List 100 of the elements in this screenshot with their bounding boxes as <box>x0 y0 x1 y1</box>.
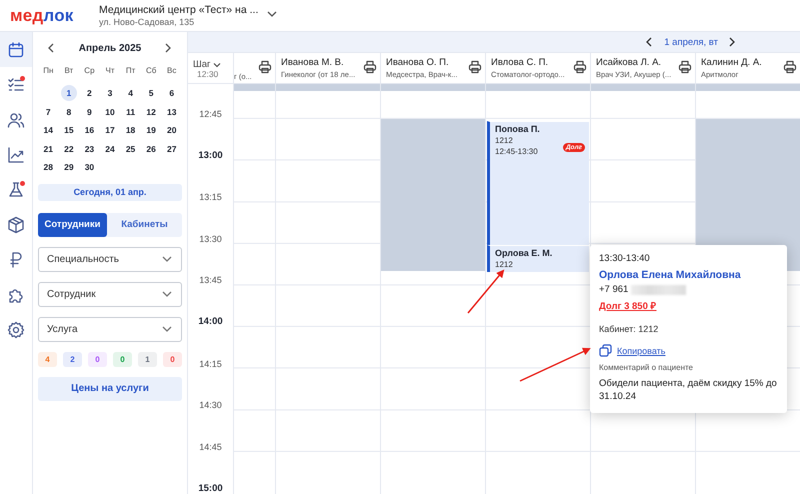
counter-badge: 2 <box>63 352 82 366</box>
patient-name-link[interactable]: Орлова Елена Михайловна <box>599 269 778 281</box>
time-label: 14:30 <box>199 400 222 410</box>
time-label: 13:00 <box>198 150 223 162</box>
calendar-day[interactable]: 23 <box>81 140 98 156</box>
comment-label: Комментарий о пациенте <box>599 363 694 372</box>
weekday-label: Чт <box>104 65 116 77</box>
settings-icon <box>7 320 25 338</box>
calendar-day[interactable]: 28 <box>40 159 56 175</box>
calendar-day[interactable]: 14 <box>40 122 56 138</box>
tab[interactable]: Кабинеты <box>107 212 182 236</box>
doctor-name: Иванова О. П. <box>386 57 450 68</box>
weekday-label: Пн <box>42 65 54 77</box>
appointment-time: 13:30-13:40 <box>599 253 651 264</box>
calendar-day[interactable]: 20 <box>164 122 180 138</box>
counter-badge: 4 <box>38 352 57 366</box>
calendar-day[interactable]: 24 <box>102 140 118 156</box>
counter-badge: 0 <box>113 352 132 366</box>
calendar-day[interactable]: 29 <box>60 159 77 175</box>
time-label: 14:00 <box>198 316 223 328</box>
calendar-day[interactable]: 25 <box>122 140 139 156</box>
calendar-day[interactable]: 19 <box>143 122 160 138</box>
copy-link[interactable]: Копировать <box>617 346 666 356</box>
weekday-label: Вт <box>63 65 74 77</box>
chart-icon <box>7 146 25 164</box>
calendar-day[interactable]: 3 <box>102 85 118 101</box>
appointment-card[interactable]: Орлова Е. М. 1212 <box>487 245 589 272</box>
time-label: 12:45 <box>199 108 222 119</box>
room-text: Кабинет: 1212 <box>599 324 660 334</box>
month-title: Апрель 2025 <box>78 42 142 54</box>
printer-icon[interactable] <box>258 60 272 74</box>
calendar-day[interactable]: 22 <box>60 140 77 156</box>
calendar-day[interactable]: 26 <box>143 140 160 156</box>
counter-badge: 1 <box>138 352 157 366</box>
phone-number: +7 961 <box>599 284 628 295</box>
doctor-name: Ивлова С. П. <box>491 57 550 68</box>
nav-item[interactable] <box>0 32 32 67</box>
dropdown[interactable]: Сотрудник <box>38 282 182 306</box>
calendar-day[interactable]: 2 <box>81 85 98 101</box>
calendar-day[interactable]: 30 <box>81 159 98 175</box>
calendar-day[interactable]: 11 <box>122 104 139 120</box>
dropdown[interactable]: Специальность <box>38 246 182 272</box>
logo: медлок <box>10 6 74 26</box>
annotation-arrow <box>520 348 591 382</box>
annotation-arrow <box>467 269 504 314</box>
time-label: 13:30 <box>199 234 222 244</box>
weekday-label: Пт <box>124 65 136 77</box>
weekday-label: Сб <box>144 65 158 77</box>
calendar-day[interactable]: 15 <box>60 122 77 138</box>
time-label: 14:45 <box>199 442 222 452</box>
notification-dot <box>20 76 25 81</box>
calendar-day[interactable]: 13 <box>164 104 180 120</box>
calendar-day[interactable]: 27 <box>164 140 180 156</box>
printer-icon[interactable] <box>783 60 797 74</box>
time-label: 15:00 <box>198 482 223 494</box>
checklist-icon <box>7 76 25 94</box>
copy-icon[interactable] <box>599 344 612 357</box>
doctor-name: Калинин Д. А. <box>701 57 762 68</box>
blurred-block <box>631 284 686 294</box>
calendar-day[interactable]: 9 <box>81 104 98 120</box>
doctor-name: Исайкова Л. А. <box>596 57 662 68</box>
weekday-label: Вс <box>166 65 178 77</box>
calendar-icon <box>7 40 25 58</box>
calendar-day[interactable]: 7 <box>40 104 56 120</box>
time-label: 13:15 <box>199 192 222 202</box>
printer-icon[interactable] <box>363 60 377 74</box>
calendar-day[interactable]: 18 <box>122 122 139 138</box>
calendar-day[interactable]: 21 <box>40 140 56 156</box>
printer-icon[interactable] <box>678 60 692 74</box>
clinic-address: ул. Ново-Садовая, 135 <box>99 17 196 27</box>
calendar-day[interactable]: 6 <box>164 85 180 101</box>
today-button[interactable]: Сегодня, 01 апр. <box>38 184 182 200</box>
dropdown[interactable]: Услуга <box>38 316 182 342</box>
date-link[interactable]: 1 апреля, вт <box>664 36 718 48</box>
step-dropdown[interactable]: Шаг <box>193 59 233 70</box>
notification-dot <box>20 181 25 186</box>
calendar-day[interactable]: 8 <box>60 104 77 120</box>
prices-button[interactable]: Цены на услуги <box>38 376 182 400</box>
printer-icon[interactable] <box>468 60 482 74</box>
printer-icon[interactable] <box>573 60 587 74</box>
calendar-day[interactable]: 5 <box>143 85 160 101</box>
weekday-label: Ср <box>83 65 96 77</box>
calendar-day[interactable]: 12 <box>143 104 160 120</box>
tab[interactable]: Сотрудники <box>38 212 107 236</box>
people-icon <box>7 110 25 128</box>
calendar-day[interactable]: 16 <box>81 122 98 138</box>
counter-badge: 0 <box>88 352 107 366</box>
calendar-day[interactable]: 10 <box>102 104 118 120</box>
time-label: 12:30 <box>197 69 220 79</box>
box-icon <box>7 216 25 234</box>
counter-badge: 0 <box>163 352 182 366</box>
flask-icon <box>7 180 25 198</box>
calendar-day[interactable]: 17 <box>102 122 118 138</box>
calendar-day[interactable]: 4 <box>122 85 139 101</box>
doctor-name: Иванова М. В. <box>281 57 345 68</box>
clinic-name[interactable]: Медицинский центр «Тест» на ... <box>99 4 258 16</box>
calendar-day[interactable]: 1 <box>60 85 77 101</box>
debt-link[interactable]: Долг 3 850 ₽ <box>599 299 656 312</box>
time-label: 13:45 <box>199 275 222 286</box>
time-label: 14:15 <box>199 358 222 369</box>
